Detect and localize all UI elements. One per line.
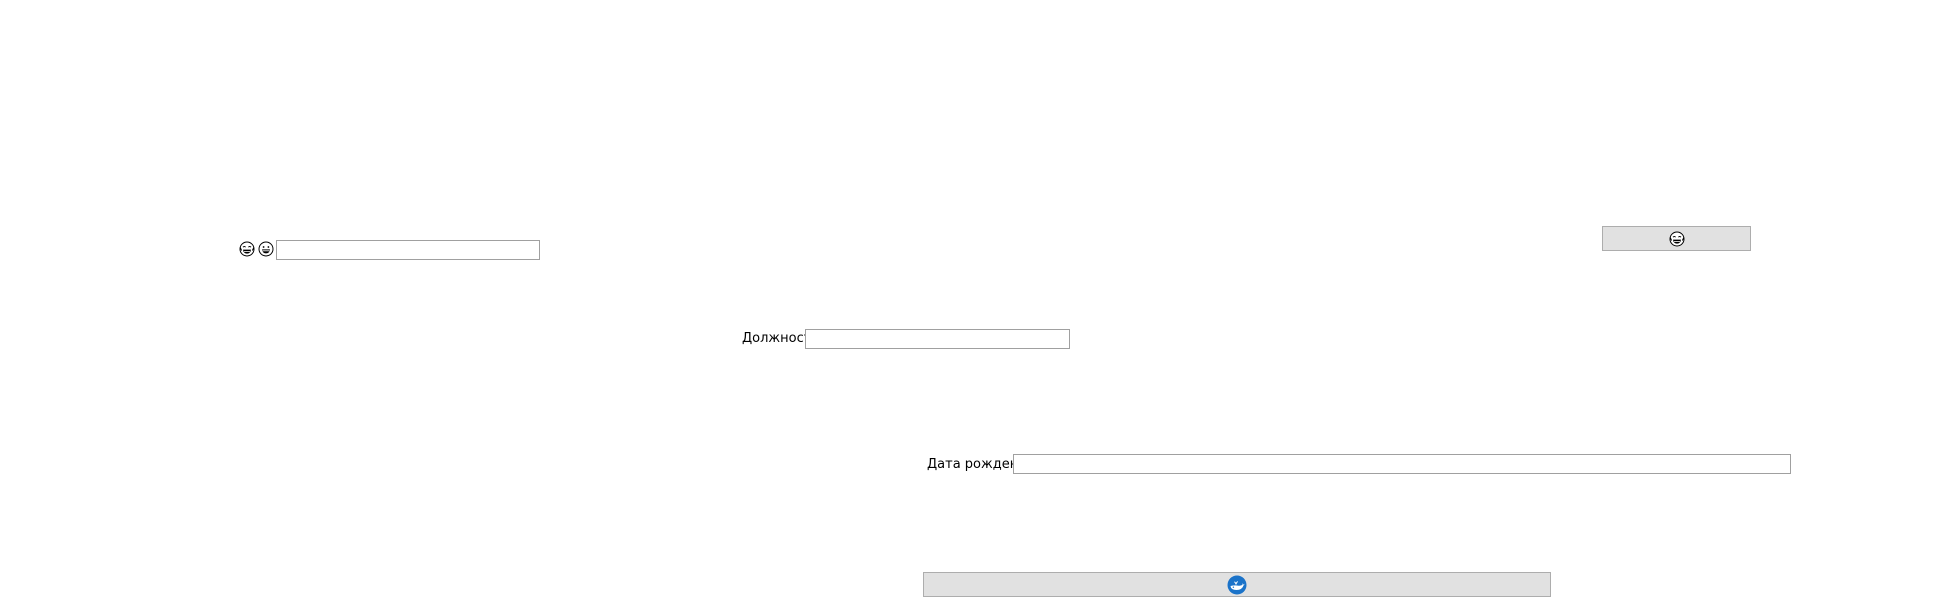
emoji-field-input[interactable] <box>276 240 540 260</box>
emoji-button[interactable] <box>1602 226 1751 251</box>
grinning-face-icon <box>258 241 274 257</box>
laughing-face-icon <box>239 241 255 257</box>
laughing-face-icon <box>1669 231 1685 247</box>
form-window: Должность Дата рождения <box>0 0 1940 612</box>
whale-icon <box>1227 575 1247 595</box>
whale-button[interactable] <box>923 572 1551 597</box>
position-input[interactable] <box>805 329 1070 349</box>
birth-date-input[interactable] <box>1013 454 1791 474</box>
